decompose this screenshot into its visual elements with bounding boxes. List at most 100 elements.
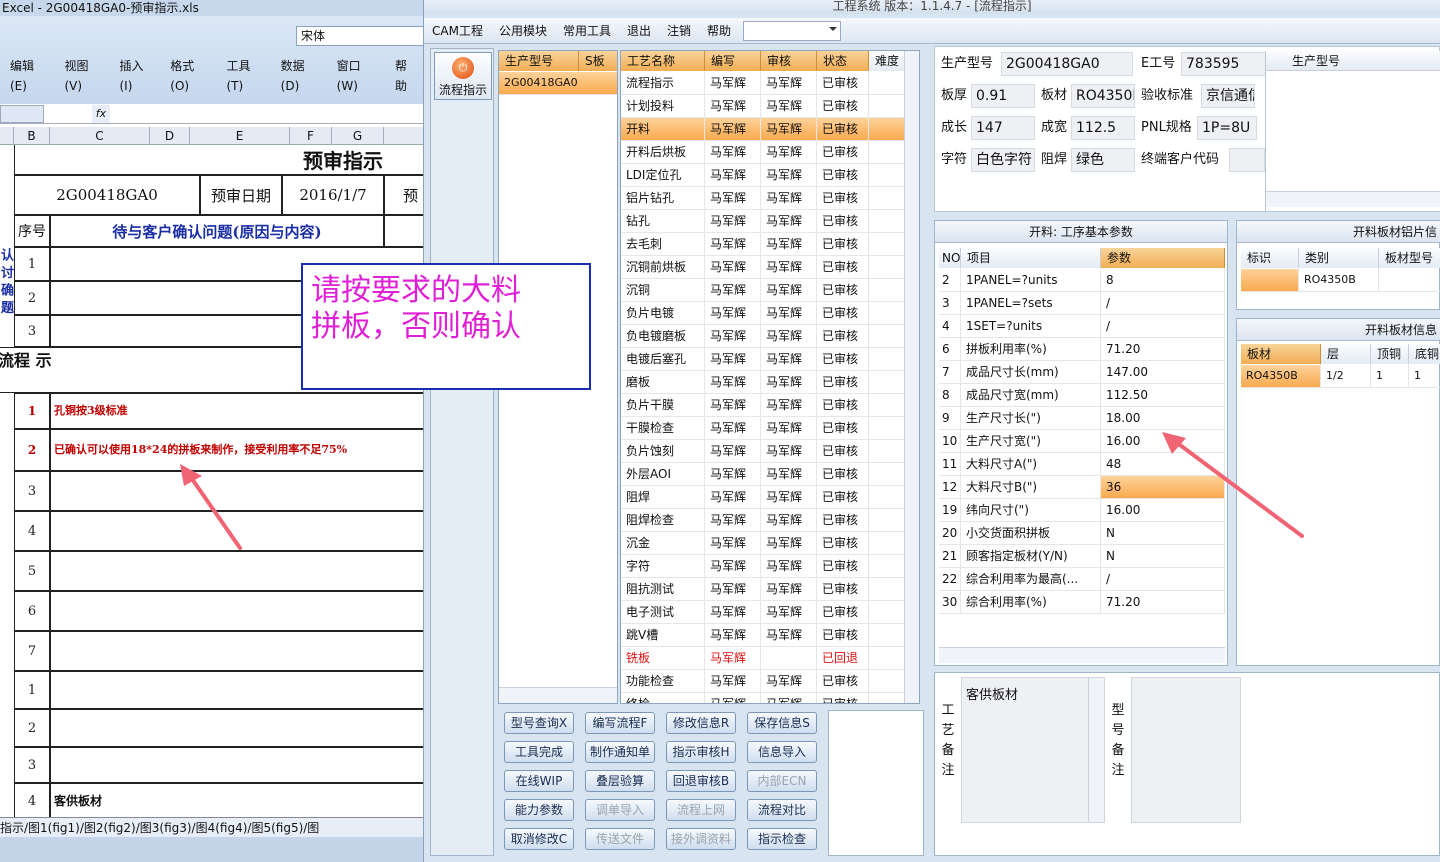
process-remark-textarea[interactable]: 客供板材 (961, 677, 1105, 823)
process-row[interactable]: 沉铜前烘板 马军辉 马军辉 已审核 (621, 256, 905, 279)
menu-edit[interactable]: 编辑(E) (0, 56, 54, 93)
width-field[interactable]: 112.5 (1071, 116, 1135, 140)
foil-header-type[interactable]: 类别 (1299, 248, 1379, 268)
flow-row-content[interactable] (50, 631, 423, 671)
process-row[interactable]: 跳V槽 马军辉 马军辉 已审核 (621, 624, 905, 647)
action-button[interactable]: 流程上网 (666, 799, 736, 821)
flow-row-content[interactable] (50, 511, 423, 551)
thickness-field[interactable]: 0.91 (971, 84, 1035, 108)
params-row[interactable]: 6 拼板利用率(%) 71.20 (939, 338, 1225, 361)
process-row[interactable]: 开料 马军辉 马军辉 已审核 (621, 118, 905, 141)
part-number-cell[interactable]: 2G00418GA0 (14, 175, 200, 215)
process-row[interactable]: 计划投料 马军辉 马军辉 已审核 (621, 95, 905, 118)
material-header-top[interactable]: 顶铜 (1371, 344, 1409, 364)
flow-row-content[interactable] (50, 591, 423, 631)
menu-view[interactable]: 视图(V) (54, 56, 109, 93)
right-top-header[interactable]: 生产型号 (1266, 51, 1440, 71)
extra-row-content[interactable] (50, 747, 423, 783)
action-button[interactable]: 内部ECN (747, 770, 817, 792)
action-button[interactable]: 流程对比 (747, 799, 817, 821)
params-row[interactable]: 30 综合利用率(%) 71.20 (939, 591, 1225, 614)
menu-help[interactable]: 帮助 (385, 56, 423, 93)
flow-row-content[interactable] (50, 551, 423, 591)
action-button[interactable]: 指示检查 (747, 828, 817, 850)
name-box[interactable] (0, 105, 44, 123)
action-button[interactable]: 型号查询X (504, 712, 574, 734)
column-header-c[interactable]: C (50, 127, 150, 145)
params-row[interactable]: 10 生产尺寸宽(") 16.00 (939, 430, 1225, 453)
process-row[interactable]: 外层AOI 马军辉 马军辉 已审核 (621, 463, 905, 486)
process-row[interactable]: 电子测试 马军辉 马军辉 已审核 (621, 601, 905, 624)
process-row[interactable]: 流程指示 马军辉 马军辉 已审核 (621, 72, 905, 95)
params-row[interactable]: 11 大料尺寸A(") 48 (939, 453, 1225, 476)
process-row[interactable]: 字符 马军辉 马军辉 已审核 (621, 555, 905, 578)
material-row[interactable]: RO4350B 1/2 1 1 (1241, 365, 1440, 388)
process-header-difficulty[interactable]: 难度 (869, 51, 905, 71)
flow-row-content[interactable]: 已确认可以使用18*24的拼板来制作，接受利用率不足75% (50, 429, 423, 471)
process-row[interactable]: 阻焊 马军辉 马军辉 已审核 (621, 486, 905, 509)
process-row[interactable]: 负片电镀 马军辉 马军辉 已审核 (621, 302, 905, 325)
action-button[interactable]: 信息导入 (747, 741, 817, 763)
material-header-bottom[interactable]: 底铜 (1409, 344, 1440, 364)
accept-field[interactable]: 京信通信 (1201, 84, 1255, 108)
params-header-no[interactable]: NO (939, 248, 961, 268)
process-row[interactable]: 干膜检查 马军辉 马军辉 已审核 (621, 417, 905, 440)
menu-insert[interactable]: 插入(I) (110, 56, 161, 93)
action-button[interactable]: 传送文件 (585, 828, 655, 850)
action-button[interactable]: 工具完成 (504, 741, 574, 763)
process-header-reviewer[interactable]: 审核 (761, 51, 817, 71)
process-row[interactable]: LDI定位孔 马军辉 马军辉 已审核 (621, 164, 905, 187)
sheet-tabs[interactable]: 指示/图1(fig1)/图2(fig2)/图3(fig3)/图4(fig4)/图… (0, 817, 423, 837)
sheet-cell[interactable] (384, 215, 423, 247)
params-row[interactable]: 3 1PANEL=?sets / (939, 292, 1225, 315)
extra-row-content[interactable] (50, 709, 423, 747)
material-header-mat[interactable]: 板材 (1241, 344, 1321, 364)
model-remark-textarea[interactable] (1131, 677, 1241, 823)
column-header-g[interactable]: G (332, 127, 384, 145)
flow-row-content[interactable] (50, 471, 423, 511)
material-header-layer[interactable]: 层 (1321, 344, 1371, 364)
menu-window[interactable]: 窗口(W) (327, 56, 385, 93)
params-row[interactable]: 19 纬向尺寸(") 16.00 (939, 499, 1225, 522)
action-button[interactable]: 叠层验算 (585, 770, 655, 792)
process-header-author[interactable]: 编写 (705, 51, 761, 71)
customer-code-field[interactable] (1229, 148, 1265, 172)
params-row[interactable]: 4 1SET=?units / (939, 315, 1225, 338)
model-list-header-s[interactable]: S板 (579, 51, 617, 71)
column-header-e[interactable]: E (190, 127, 290, 145)
column-header-d[interactable]: D (150, 127, 190, 145)
menu-data[interactable]: 数据(D) (271, 56, 327, 93)
extra-row-content[interactable] (50, 671, 423, 709)
params-row[interactable]: 20 小交货面积拼板 N (939, 522, 1225, 545)
action-button[interactable]: 接外调资料 (666, 828, 736, 850)
material-field[interactable]: RO4350E (1071, 84, 1135, 108)
menu-logout[interactable]: 注销 (659, 22, 699, 39)
params-hscrollbar[interactable] (939, 647, 1225, 663)
action-button[interactable]: 指示审核H (666, 741, 736, 763)
params-row[interactable]: 22 综合利用率为最高(... / (939, 568, 1225, 591)
menu-help[interactable]: 帮助 (699, 22, 739, 39)
process-row[interactable]: 去毛刺 马军辉 马军辉 已审核 (621, 233, 905, 256)
action-button[interactable]: 保存信息S (747, 712, 817, 734)
model-list-hscrollbar[interactable] (499, 687, 617, 703)
menu-common-module[interactable]: 公用模块 (491, 22, 555, 39)
module-combo[interactable] (743, 20, 842, 41)
foil-row[interactable]: RO4350B (1241, 269, 1440, 292)
action-button[interactable]: 编写流程F (585, 712, 655, 734)
flow-instruction-button[interactable]: ⏻ 流程指示 (434, 52, 492, 100)
process-row[interactable]: 阻抗测试 马军辉 马军辉 已审核 (621, 578, 905, 601)
action-button[interactable]: 回退审核B (666, 770, 736, 792)
params-row[interactable]: 8 成品尺寸宽(mm) 112.50 (939, 384, 1225, 407)
font-name-combo[interactable]: 宋体 (296, 26, 423, 46)
fx-icon[interactable]: fx (92, 105, 110, 123)
char-field[interactable]: 白色字符 (971, 148, 1035, 172)
process-grid-vscrollbar[interactable] (904, 51, 919, 703)
column-header-f[interactable]: F (290, 127, 332, 145)
foil-header-id[interactable]: 标识 (1241, 248, 1299, 268)
pnl-field[interactable]: 1P=8U (1197, 116, 1257, 140)
process-row[interactable]: 负片干膜 马军辉 马军辉 已审核 (621, 394, 905, 417)
mask-field[interactable]: 绿色 (1071, 148, 1135, 172)
action-button[interactable]: 取消修改C (504, 828, 574, 850)
menu-tools[interactable]: 工具(T) (216, 56, 270, 93)
remark-vscrollbar[interactable] (1088, 678, 1104, 822)
